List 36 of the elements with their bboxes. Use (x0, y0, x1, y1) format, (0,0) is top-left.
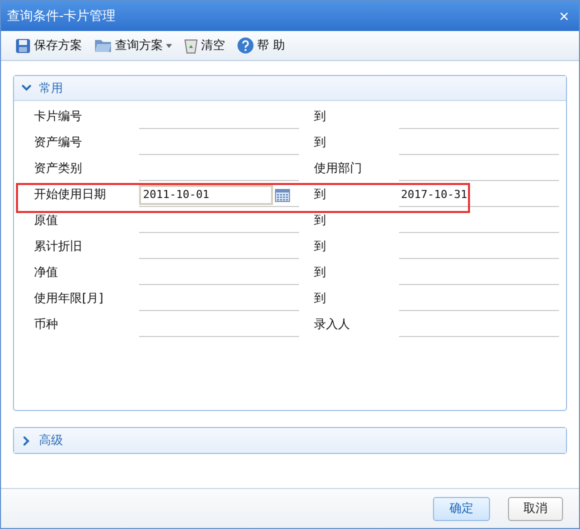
window-title: 查询条件-卡片管理 (7, 8, 116, 25)
field-label: 到 (314, 212, 327, 228)
close-button[interactable]: × (557, 8, 571, 24)
input-field[interactable]: 2017-10-31 (399, 183, 559, 207)
dialog-button[interactable]: 确定 (433, 496, 490, 520)
toolbar-button[interactable]: 保存方案 (13, 35, 84, 56)
field-label: 资产类别 (34, 160, 83, 176)
folder-icon (94, 38, 112, 53)
section-header[interactable]: 常用 (14, 76, 566, 101)
toolbar-button[interactable]: 帮 助 (235, 35, 287, 56)
field-label: 币种 (34, 316, 59, 332)
field-label: 使用年限[月] (34, 290, 104, 306)
calendar-icon[interactable] (275, 188, 290, 202)
field-label: 到 (314, 264, 327, 280)
field-label: 累计折旧 (34, 238, 83, 254)
toolbar-button[interactable]: 查询方案 (92, 35, 174, 56)
field-label: 到 (314, 108, 327, 124)
chevron-icon (24, 436, 30, 445)
field-label: 资产编号 (34, 134, 83, 150)
field-label: 卡片编号 (34, 108, 83, 124)
field-label: 使用部门 (314, 160, 363, 176)
field-label: 到 (314, 290, 327, 306)
field-label: 到 (314, 238, 327, 254)
field-label: 原值 (34, 212, 59, 228)
toolbar-button[interactable]: 清空 (182, 35, 227, 56)
field-label: 录入人 (314, 316, 351, 332)
dialog-button[interactable]: 取消 (508, 496, 563, 520)
field-label: 到 (314, 134, 327, 150)
date-field[interactable]: 2011-10-01 (139, 184, 273, 204)
recycle-bin-icon (184, 38, 198, 54)
field-label: 净值 (34, 264, 59, 280)
field-label: 到 (314, 186, 327, 202)
field-label: 开始使用日期 (34, 186, 107, 202)
chevron-icon (22, 85, 31, 91)
section-header[interactable]: 高级 (14, 428, 566, 453)
help-icon (237, 37, 254, 54)
